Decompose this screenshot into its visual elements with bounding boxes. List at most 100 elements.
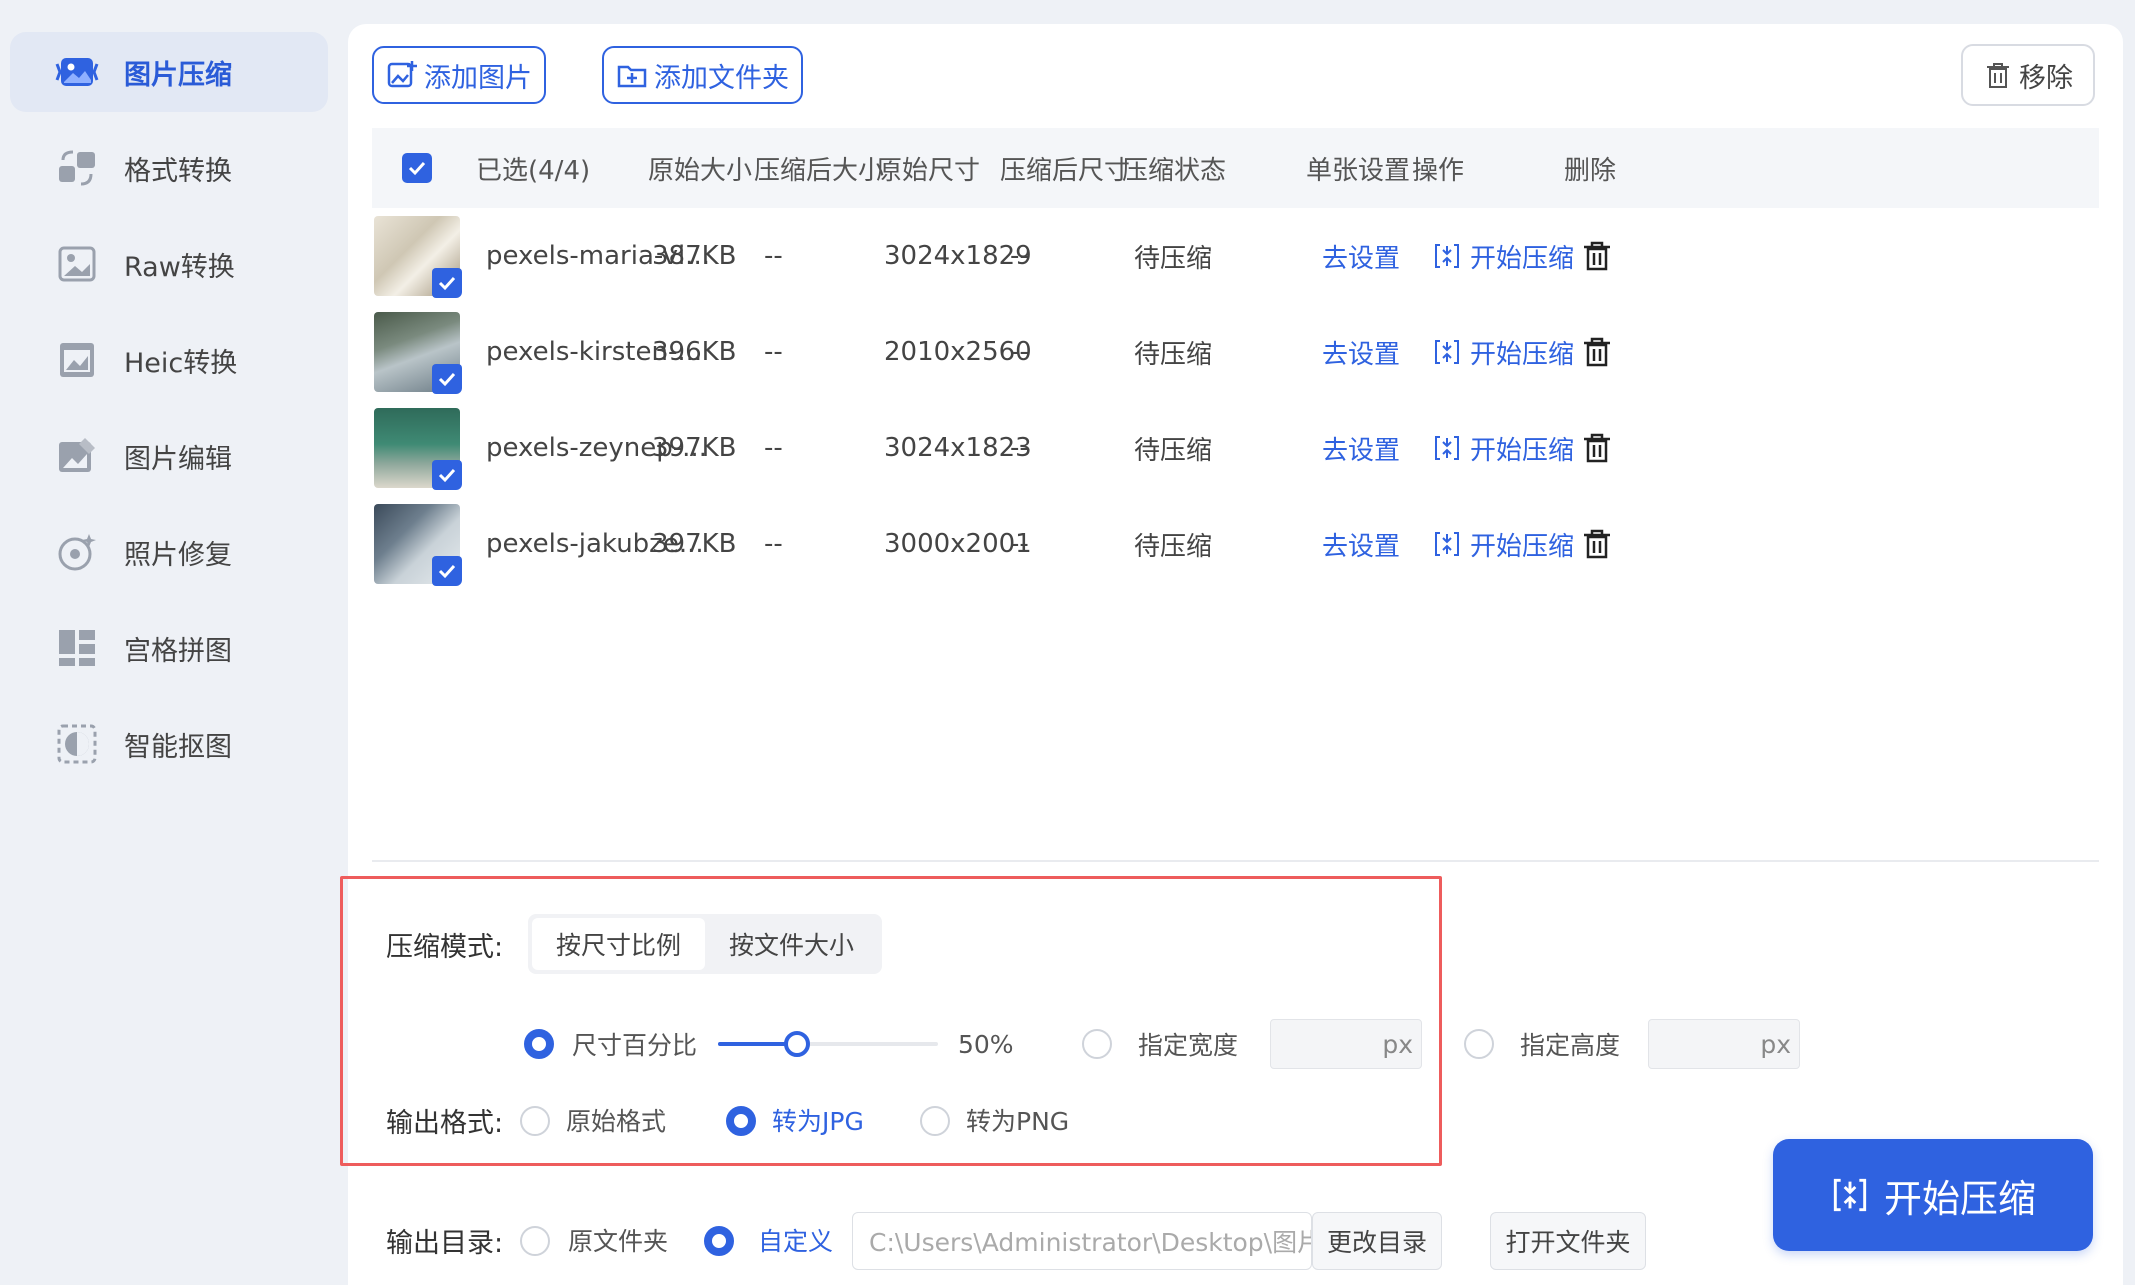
- comp-dim: --: [1010, 529, 1029, 559]
- change-dir-button[interactable]: 更改目录: [1312, 1212, 1442, 1270]
- go-settings-link[interactable]: 去设置: [1322, 208, 1400, 304]
- sidebar-item-photo-repair[interactable]: 照片修复: [10, 512, 328, 592]
- start-compress-link[interactable]: 开始压缩: [1432, 208, 1574, 304]
- start-compress-label: 开始压缩: [1470, 243, 1575, 274]
- compress-icon: [1833, 1178, 1867, 1212]
- format-png-radio[interactable]: [920, 1106, 950, 1136]
- table-row[interactable]: pexels-jakubze... 397KB -- 3000x2001 -- …: [372, 496, 2099, 592]
- heic-convert-icon: [54, 337, 100, 383]
- format-original-label: 原始格式: [566, 1107, 667, 1136]
- compress-icon: [1435, 340, 1459, 364]
- status: 待压缩: [1134, 531, 1213, 562]
- delete-row-button[interactable]: [1580, 400, 1614, 496]
- slider-handle[interactable]: [784, 1031, 811, 1057]
- comp-dim: --: [1010, 433, 1029, 463]
- percent-value: 50%: [958, 1029, 1014, 1059]
- sidebar-item-raw-convert[interactable]: Raw转换: [10, 224, 328, 304]
- go-settings-link[interactable]: 去设置: [1322, 496, 1400, 592]
- add-folder-button[interactable]: 添加文件夹: [602, 46, 803, 104]
- mode-by-size-tab[interactable]: 按文件大小: [705, 918, 878, 970]
- comp-dim: --: [1010, 337, 1029, 367]
- delete-row-button[interactable]: [1580, 496, 1614, 592]
- width-radio[interactable]: [1082, 1029, 1112, 1059]
- go-settings-link[interactable]: 去设置: [1322, 304, 1400, 400]
- header-comp-dim: 压缩后尺寸: [1000, 155, 1131, 186]
- grid-collage-icon: [54, 625, 100, 671]
- sidebar-item-image-compress[interactable]: 图片压缩: [10, 32, 328, 112]
- output-original-label: 原文件夹: [568, 1227, 669, 1256]
- start-compress-link[interactable]: 开始压缩: [1432, 496, 1574, 592]
- width-input[interactable]: px: [1270, 1019, 1422, 1069]
- height-input[interactable]: px: [1648, 1019, 1800, 1069]
- compress-mode-label: 压缩模式:: [386, 931, 504, 963]
- sidebar-item-label: 照片修复: [124, 539, 232, 571]
- compress-mode-segmented: 按尺寸比例 按文件大小: [528, 914, 883, 974]
- select-all-checkbox[interactable]: [402, 128, 432, 208]
- photo-repair-icon: [54, 529, 100, 575]
- image-compress-icon: [54, 49, 100, 95]
- sidebar: 图片压缩 格式转换 Raw转换 Heic转换 图片编辑 照片修复 宫格拼图 智能…: [0, 0, 340, 1285]
- output-path-field[interactable]: C:\Users\Administrator\Desktop\图片: [852, 1212, 1312, 1270]
- add-image-icon: [387, 61, 417, 88]
- add-image-button[interactable]: 添加图片: [372, 46, 546, 104]
- trash-icon: [1584, 337, 1610, 367]
- header-orig-size: 原始大小: [648, 155, 753, 186]
- table-row[interactable]: pexels-zeynep-... 397KB -- 3024x1823 -- …: [372, 400, 2099, 496]
- divider: [372, 860, 2099, 862]
- start-compress-label: 开始压缩: [1470, 435, 1575, 466]
- height-radio[interactable]: [1464, 1029, 1494, 1059]
- header-selected: 已选(4/4): [476, 155, 591, 186]
- row-checkbox[interactable]: [432, 460, 462, 490]
- thumbnail[interactable]: [372, 502, 462, 586]
- raw-convert-icon: [54, 241, 100, 287]
- format-original-radio[interactable]: [520, 1106, 550, 1136]
- header-comp-size: 压缩后大小: [754, 155, 885, 186]
- format-jpg-label: 转为JPG: [772, 1107, 864, 1136]
- mode-by-ratio-tab[interactable]: 按尺寸比例: [532, 918, 706, 970]
- sidebar-item-smart-cutout[interactable]: 智能抠图: [10, 704, 328, 784]
- orig-size: 396KB: [652, 337, 737, 367]
- start-compress-label: 开始压缩: [1883, 1176, 2036, 1221]
- sidebar-item-label: 图片编辑: [124, 443, 232, 475]
- output-format-label: 输出格式:: [386, 1107, 504, 1139]
- format-jpg-radio[interactable]: [726, 1106, 756, 1136]
- row-checkbox[interactable]: [432, 268, 462, 298]
- output-original-radio[interactable]: [520, 1226, 550, 1256]
- thumbnail[interactable]: [372, 406, 462, 490]
- thumbnail[interactable]: [372, 310, 462, 394]
- remove-button[interactable]: 移除: [1961, 44, 2095, 106]
- open-folder-button[interactable]: 打开文件夹: [1490, 1212, 1646, 1270]
- sidebar-item-label: 智能抠图: [124, 731, 232, 763]
- compress-icon: [1435, 244, 1459, 268]
- sidebar-item-format-convert[interactable]: 格式转换: [10, 128, 328, 208]
- delete-row-button[interactable]: [1580, 304, 1614, 400]
- comp-size: --: [764, 337, 783, 367]
- row-checkbox[interactable]: [432, 556, 462, 586]
- start-compress-link[interactable]: 开始压缩: [1432, 304, 1574, 400]
- trash-icon: [1987, 63, 2009, 88]
- sidebar-item-grid-collage[interactable]: 宫格拼图: [10, 608, 328, 688]
- sidebar-item-label: Raw转换: [124, 251, 235, 283]
- start-compress-link[interactable]: 开始压缩: [1432, 400, 1574, 496]
- percent-radio[interactable]: [524, 1029, 554, 1059]
- output-custom-radio[interactable]: [704, 1226, 734, 1256]
- orig-size: 397KB: [652, 529, 737, 559]
- table-header: 已选(4/4) 原始大小 压缩后大小 原始尺寸 压缩后尺寸 压缩状态 单张设置 …: [372, 128, 2099, 208]
- compress-icon: [1435, 532, 1459, 556]
- row-checkbox[interactable]: [432, 364, 462, 394]
- sidebar-item-image-edit[interactable]: 图片编辑: [10, 416, 328, 496]
- start-compress-label: 开始压缩: [1470, 339, 1575, 370]
- status: 待压缩: [1134, 243, 1213, 274]
- table-row[interactable]: pexels-maria-vi... 387KB -- 3024x1829 --…: [372, 208, 2099, 304]
- start-compress-button[interactable]: 开始压缩: [1773, 1139, 2093, 1251]
- delete-row-button[interactable]: [1580, 208, 1614, 304]
- sidebar-item-label: 格式转换: [124, 155, 232, 187]
- thumbnail[interactable]: [372, 214, 462, 298]
- table-row[interactable]: pexels-kirsten-... 396KB -- 2010x2560 --…: [372, 304, 2099, 400]
- width-label: 指定宽度: [1138, 1031, 1239, 1060]
- px-unit: px: [1760, 1029, 1791, 1059]
- go-settings-link[interactable]: 去设置: [1322, 400, 1400, 496]
- percent-slider[interactable]: [718, 1031, 938, 1057]
- image-edit-icon: [54, 433, 100, 479]
- sidebar-item-heic-convert[interactable]: Heic转换: [10, 320, 328, 400]
